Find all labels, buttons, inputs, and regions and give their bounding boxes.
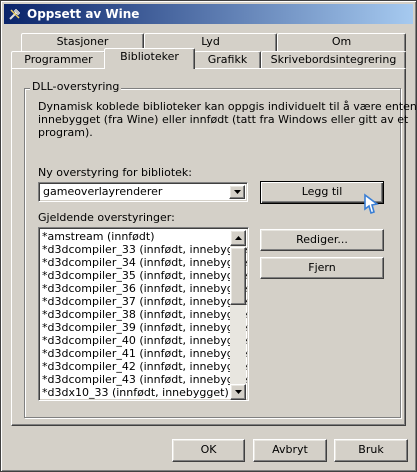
overrides-list-items: *amstream (innfødt) *d3dcompiler_33 (innf… bbox=[42, 230, 248, 399]
description-line-1: Dynamisk koblede biblioteker kan oppgis … bbox=[38, 100, 417, 113]
list-item[interactable]: *d3dcompiler_38 (innfødt, innebygget) bbox=[42, 308, 248, 321]
cancel-button-label: Avbryt bbox=[272, 443, 308, 456]
tab-label: Skrivebordsintegrering bbox=[270, 53, 397, 66]
scrollbar-thumb[interactable] bbox=[230, 247, 246, 305]
list-item[interactable]: *d3dcompiler_34 (innfødt, innebygget) bbox=[42, 256, 248, 269]
chevron-down-icon[interactable] bbox=[229, 185, 245, 199]
list-item[interactable]: *d3dcompiler_35 (innfødt, innebygget) bbox=[42, 269, 248, 282]
list-item[interactable]: *d3dcompiler_42 (innfødt, innebygget) bbox=[42, 360, 248, 373]
tab-label: Biblioteker bbox=[120, 50, 179, 63]
scroll-up-arrow-icon[interactable] bbox=[230, 230, 246, 246]
tab-om[interactable]: Om bbox=[277, 33, 406, 51]
list-item[interactable]: *d3dcompiler_40 (innfødt, innebygget) bbox=[42, 334, 248, 347]
list-item[interactable]: *d3dcompiler_39 (innfødt, innebygget) bbox=[42, 321, 248, 334]
tab-label: Lyd bbox=[201, 35, 220, 48]
tab-label: Om bbox=[331, 35, 352, 48]
tab-programmer[interactable]: Programmer bbox=[11, 51, 106, 69]
tab-grafikk[interactable]: Grafikk bbox=[194, 51, 261, 69]
remove-button-label: Fjern bbox=[308, 261, 336, 274]
title-bar[interactable]: Oppsett av Wine bbox=[4, 4, 413, 24]
scroll-down-arrow-icon[interactable] bbox=[230, 384, 246, 400]
ok-button[interactable]: OK bbox=[172, 439, 245, 462]
apply-button[interactable]: Bruk bbox=[334, 439, 408, 462]
edit-button-label: Rediger... bbox=[296, 233, 348, 246]
description-line-2: innebygget (fra Wine) eller innfødt (tat… bbox=[38, 113, 409, 126]
wine-config-icon bbox=[7, 6, 23, 22]
group-title: DLL-overstyring bbox=[30, 80, 122, 93]
apply-button-label: Bruk bbox=[358, 443, 384, 456]
overrides-scrollbar[interactable] bbox=[230, 230, 246, 400]
description-line-3: program). bbox=[38, 126, 93, 139]
ok-button-label: OK bbox=[200, 443, 217, 456]
existing-overrides-label: Gjeldende overstyringer: bbox=[38, 211, 175, 224]
overrides-list[interactable]: *amstream (innfødt) *d3dcompiler_33 (innf… bbox=[38, 227, 249, 401]
tab-skrivebordsintegrering[interactable]: Skrivebordsintegrering bbox=[261, 51, 406, 69]
edit-button[interactable]: Rediger... bbox=[260, 229, 384, 251]
list-item[interactable]: *amstream (innfødt) bbox=[42, 230, 248, 243]
wine-config-window: Oppsett av Wine Stasjoner Lyd Om Program… bbox=[0, 0, 417, 472]
list-item[interactable]: *d3dx10_33 (innfødt, innebygget) bbox=[42, 386, 248, 399]
add-button-label: Legg til bbox=[301, 185, 343, 198]
tab-label: Stasjoner bbox=[56, 35, 109, 48]
list-item[interactable]: *d3dcompiler_41 (innfødt, innebygget) bbox=[42, 347, 248, 360]
list-item[interactable]: *d3dcompiler_37 (innfødt, innebygget) bbox=[42, 295, 248, 308]
tab-label: Grafikk bbox=[207, 53, 248, 66]
window-title: Oppsett av Wine bbox=[27, 7, 140, 21]
list-item[interactable]: *d3dcompiler_43 (innfødt, innebygget) bbox=[42, 373, 248, 386]
list-item[interactable]: *d3dcompiler_33 (innfødt, innebygget) bbox=[42, 243, 248, 256]
remove-button[interactable]: Fjern bbox=[260, 257, 384, 279]
library-combobox-value: gameoverlayrenderer bbox=[43, 185, 163, 198]
tab-label: Programmer bbox=[24, 53, 93, 66]
cancel-button[interactable]: Avbryt bbox=[253, 439, 327, 462]
mouse-cursor-icon bbox=[364, 193, 379, 215]
library-combobox[interactable]: gameoverlayrenderer bbox=[38, 182, 248, 202]
new-override-label: Ny overstyring for bibliotek: bbox=[38, 166, 192, 179]
tab-biblioteker[interactable]: Biblioteker bbox=[104, 48, 195, 69]
list-item[interactable]: *d3dcompiler_36 (innfødt, innebygget) bbox=[42, 282, 248, 295]
